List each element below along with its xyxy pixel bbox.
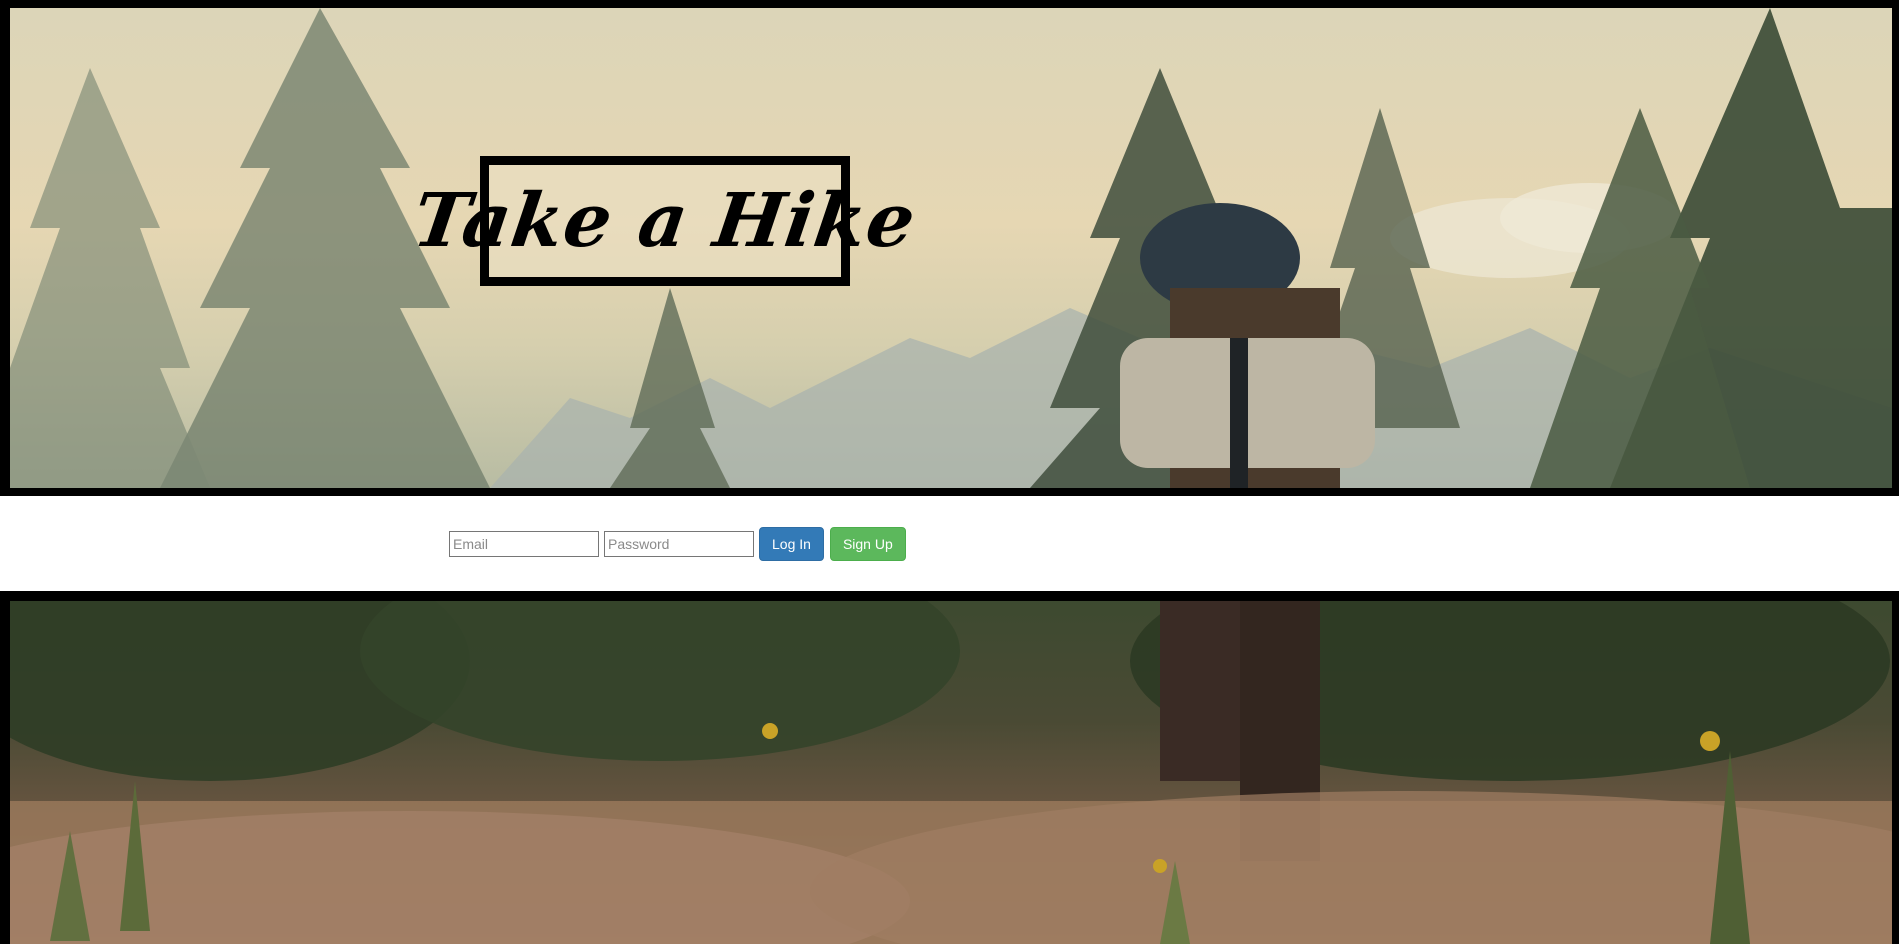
site-logo: Take a Hike [408,156,922,286]
hero-image-bottom [10,601,1892,944]
meadow-scene-illustration [10,601,1892,944]
forest-scene-illustration [10,8,1892,488]
password-input[interactable] [604,531,754,557]
login-button[interactable]: Log In [759,527,824,561]
login-form: Log In Sign Up [449,527,906,561]
hero-image-top: Take a Hike [10,8,1892,488]
login-bar [0,496,1899,591]
email-input[interactable] [449,531,599,557]
signup-button[interactable]: Sign Up [829,527,906,561]
logo-text: Take a Hike [408,178,922,264]
